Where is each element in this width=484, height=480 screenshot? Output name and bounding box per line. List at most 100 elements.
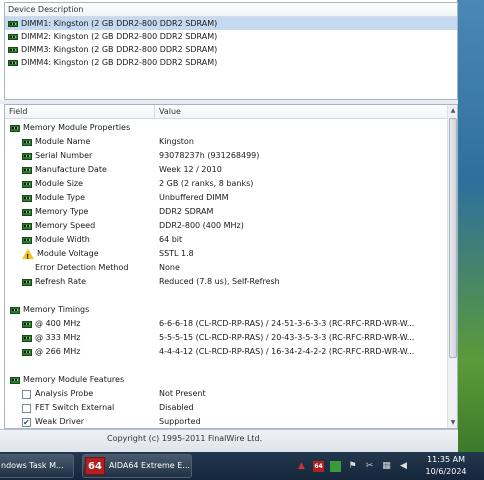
list-item[interactable]: Serial Number 93078237h (931268499): [5, 149, 447, 163]
field-value: SSTL 1.8: [159, 249, 194, 258]
ram-icon: [22, 138, 32, 146]
checked-checkbox-icon: [22, 416, 31, 428]
field-value: 64 bit: [159, 235, 183, 244]
clock-date: 10/6/2024: [425, 467, 467, 476]
detail-rows: Memory Module Properties Module Name Kin…: [5, 121, 447, 428]
device-row-dimm3[interactable]: DIMM3: Kingston (2 GB DDR2-800 DDR2 SDRA…: [5, 43, 457, 56]
field-label: Refresh Rate: [35, 277, 87, 286]
taskbar-clock[interactable]: 11:35 AM 10/6/2024: [420, 454, 472, 478]
checkbox-icon: [22, 403, 31, 413]
field-label: @ 400 MHz: [35, 319, 81, 328]
warning-icon: [22, 249, 34, 264]
ram-icon: [8, 33, 18, 40]
list-item[interactable]: Analysis Probe Not Present: [5, 387, 447, 401]
ram-icon: [22, 152, 32, 160]
list-item[interactable]: @ 266 MHz 4-4-4-12 (CL-RCD-RP-RAS) / 16-…: [5, 345, 447, 359]
field-value: DDR2-800 (400 MHz): [159, 221, 244, 230]
aida64-window: Device Description DIMM1: Kingston (2 GB…: [0, 0, 458, 452]
ram-icon: [22, 236, 32, 244]
device-row-dimm1[interactable]: DIMM1: Kingston (2 GB DDR2-800 DDR2 SDRA…: [5, 17, 457, 30]
ram-icon: [10, 306, 20, 314]
field-label: @ 266 MHz: [35, 347, 81, 356]
list-item[interactable]: Memory Type DDR2 SDRAM: [5, 205, 447, 219]
taskbar: ndows Task M... 64 AIDA64 Extreme E... ▲…: [0, 452, 484, 480]
ram-icon: [22, 208, 32, 216]
tray-aida64-icon[interactable]: 64: [313, 460, 324, 472]
ram-icon: [22, 278, 32, 286]
copyright-text: Copyright (c) 1995-2011 FinalWire Ltd.: [107, 434, 263, 443]
field-value: 4-4-4-12 (CL-RCD-RP-RAS) / 16-34-2-4-2-2…: [159, 347, 415, 356]
field-label: Serial Number: [35, 151, 93, 160]
field-value: Week 12 / 2010: [159, 165, 222, 174]
ram-icon: [10, 376, 20, 384]
field-label: FET Switch External: [35, 403, 115, 412]
tray-app-icon[interactable]: [330, 460, 341, 472]
field-value: 5-5-5-15 (CL-RCD-RP-RAS) / 20-43-3-5-3-3…: [159, 333, 415, 342]
device-list-pane: Device Description DIMM1: Kingston (2 GB…: [4, 2, 458, 100]
field-label: @ 333 MHz: [35, 333, 81, 342]
field-label: Weak Driver: [35, 417, 85, 426]
field-label: Memory Speed: [35, 221, 96, 230]
ram-icon: [10, 124, 20, 132]
list-item[interactable]: Refresh Rate Reduced (7.8 us), Self-Refr…: [5, 275, 447, 289]
taskbar-task-manager-button[interactable]: ndows Task M...: [0, 454, 74, 478]
taskbar-aida64-button[interactable]: 64 AIDA64 Extreme E...: [82, 454, 192, 478]
list-item[interactable]: FET Switch External Disabled: [5, 401, 447, 415]
scrollbar-thumb[interactable]: [449, 118, 457, 358]
device-row-dimm2[interactable]: DIMM2: Kingston (2 GB DDR2-800 DDR2 SDRA…: [5, 30, 457, 43]
list-item[interactable]: Module Name Kingston: [5, 135, 447, 149]
field-value: Reduced (7.8 us), Self-Refresh: [159, 277, 280, 286]
list-item[interactable]: @ 400 MHz 6-6-6-18 (CL-RCD-RP-RAS) / 24-…: [5, 317, 447, 331]
list-item[interactable]: @ 333 MHz 5-5-5-15 (CL-RCD-RP-RAS) / 20-…: [5, 331, 447, 345]
list-item[interactable]: Module Voltage SSTL 1.8: [5, 247, 447, 264]
status-bar: Copyright (c) 1995-2011 FinalWire Ltd.: [0, 429, 458, 452]
field-value: Unbuffered DIMM: [159, 193, 229, 202]
ram-icon: [22, 320, 32, 328]
device-description-header[interactable]: Device Description: [5, 3, 457, 17]
list-item[interactable]: Manufacture Date Week 12 / 2010: [5, 163, 447, 177]
list-item[interactable]: Module Width 64 bit: [5, 233, 447, 247]
volume-icon[interactable]: ◀: [398, 461, 409, 472]
detail-list-pane: Field Value Memory Module Properties Mod…: [4, 104, 458, 429]
vertical-scrollbar[interactable]: ▲ ▼: [447, 105, 457, 428]
taskbar-button-label: AIDA64 Extreme E...: [109, 461, 190, 470]
list-item[interactable]: Error Detection Method None: [5, 261, 447, 275]
ram-icon: [8, 46, 18, 53]
blank-row: [5, 359, 447, 373]
tray-tools-icon[interactable]: ✂: [364, 461, 375, 472]
field-label: Analysis Probe: [35, 389, 94, 398]
list-item[interactable]: Memory Speed DDR2-800 (400 MHz): [5, 219, 447, 233]
field-label: Module Width: [35, 235, 90, 244]
network-icon[interactable]: ▦: [381, 461, 392, 472]
list-item[interactable]: Module Size 2 GB (2 ranks, 8 banks): [5, 177, 447, 191]
section-memory-module-properties[interactable]: Memory Module Properties: [5, 121, 447, 135]
ram-icon: [8, 20, 18, 27]
field-label: Manufacture Date: [35, 165, 107, 174]
device-row-label: DIMM3: Kingston (2 GB DDR2-800 DDR2 SDRA…: [21, 45, 218, 54]
device-row-dimm4[interactable]: DIMM4: Kingston (2 GB DDR2-800 DDR2 SDRA…: [5, 56, 457, 69]
device-row-label: DIMM1: Kingston (2 GB DDR2-800 DDR2 SDRA…: [21, 19, 218, 28]
field-value: Supported: [159, 417, 201, 426]
section-title: Memory Module Properties: [23, 123, 131, 132]
ram-icon: [22, 222, 32, 230]
checkbox-icon: [22, 389, 31, 399]
value-column-header[interactable]: Value: [155, 105, 447, 118]
action-center-flag-icon[interactable]: ⚑: [347, 461, 358, 472]
field-column-header[interactable]: Field: [5, 105, 155, 118]
field-label: Module Name: [35, 137, 91, 146]
detail-column-header: Field Value: [5, 105, 447, 119]
field-value: Kingston: [159, 137, 194, 146]
section-memory-module-features[interactable]: Memory Module Features: [5, 373, 447, 387]
scroll-up-arrow-icon[interactable]: ▲: [448, 105, 457, 116]
scroll-down-arrow-icon[interactable]: ▼: [448, 417, 457, 428]
tray-arrow-icon[interactable]: ▲: [296, 461, 307, 472]
section-memory-timings[interactable]: Memory Timings: [5, 303, 447, 317]
list-item[interactable]: Weak Driver Supported: [5, 415, 447, 428]
ram-icon: [22, 194, 32, 202]
ram-icon: [22, 180, 32, 188]
section-title: Memory Timings: [23, 305, 90, 314]
list-item[interactable]: Module Type Unbuffered DIMM: [5, 191, 447, 205]
clock-time: 11:35 AM: [427, 455, 465, 464]
field-value: DDR2 SDRAM: [159, 207, 214, 216]
field-value: 93078237h (931268499): [159, 151, 260, 160]
